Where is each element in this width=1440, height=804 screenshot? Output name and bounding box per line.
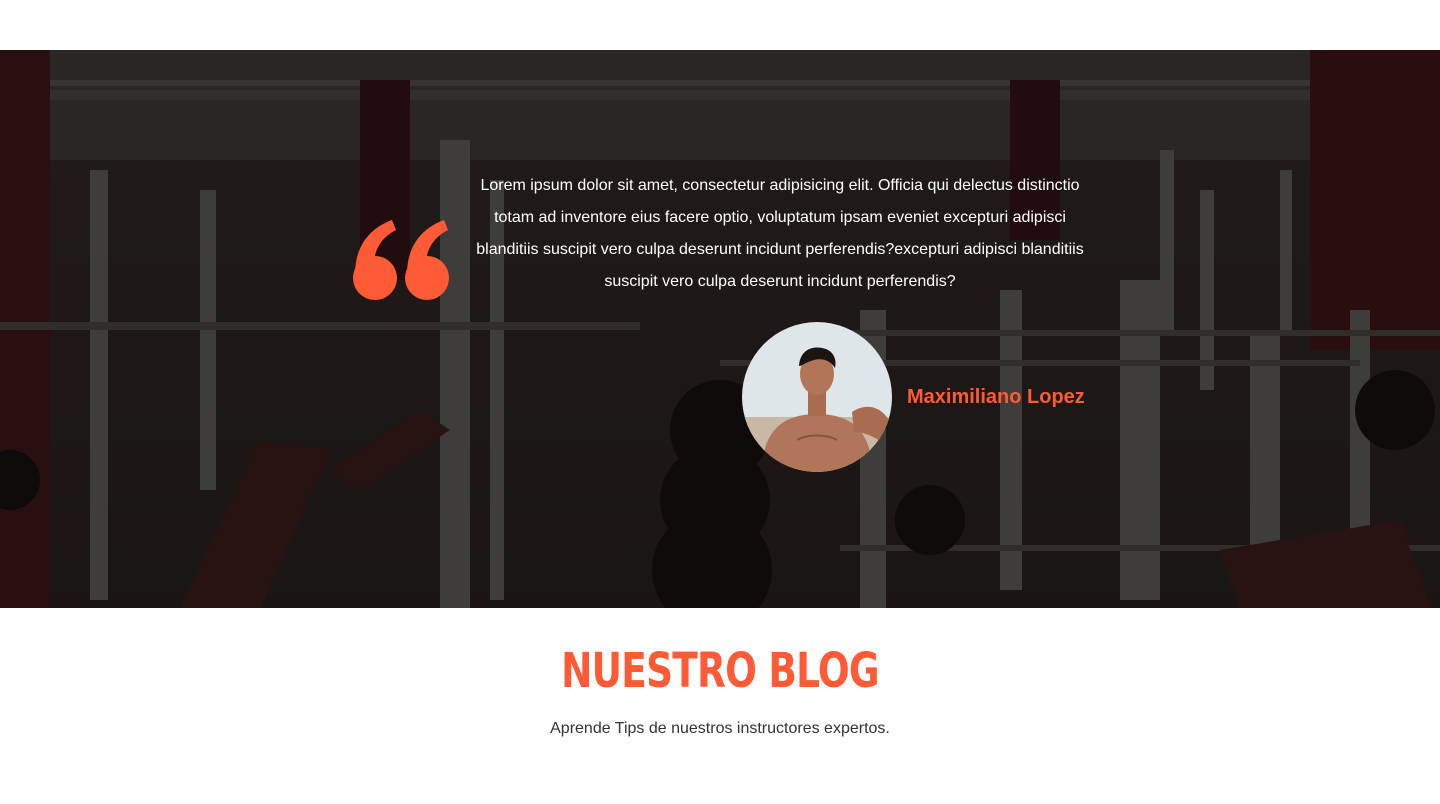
section-subtitle: Aprende Tips de nuestros instructores ex… xyxy=(550,720,890,737)
quote-open-icon xyxy=(353,220,449,300)
author-name: Maximiliano Lopez xyxy=(907,385,1085,408)
testimonial-quote-text: Lorem ipsum dolor sit amet, consectetur … xyxy=(476,177,1084,290)
avatar xyxy=(742,322,892,472)
testimonial-section: Lorem ipsum dolor sit amet, consectetur … xyxy=(0,50,1440,608)
top-spacer xyxy=(0,0,1440,50)
blog-section: Nuestro Blog Aprende Tips de nuestros in… xyxy=(0,644,1440,804)
gym-background-image xyxy=(0,50,1440,608)
testimonial-author: Maximiliano Lopez xyxy=(742,322,1085,472)
section-title: Nuestro Blog xyxy=(561,643,880,699)
